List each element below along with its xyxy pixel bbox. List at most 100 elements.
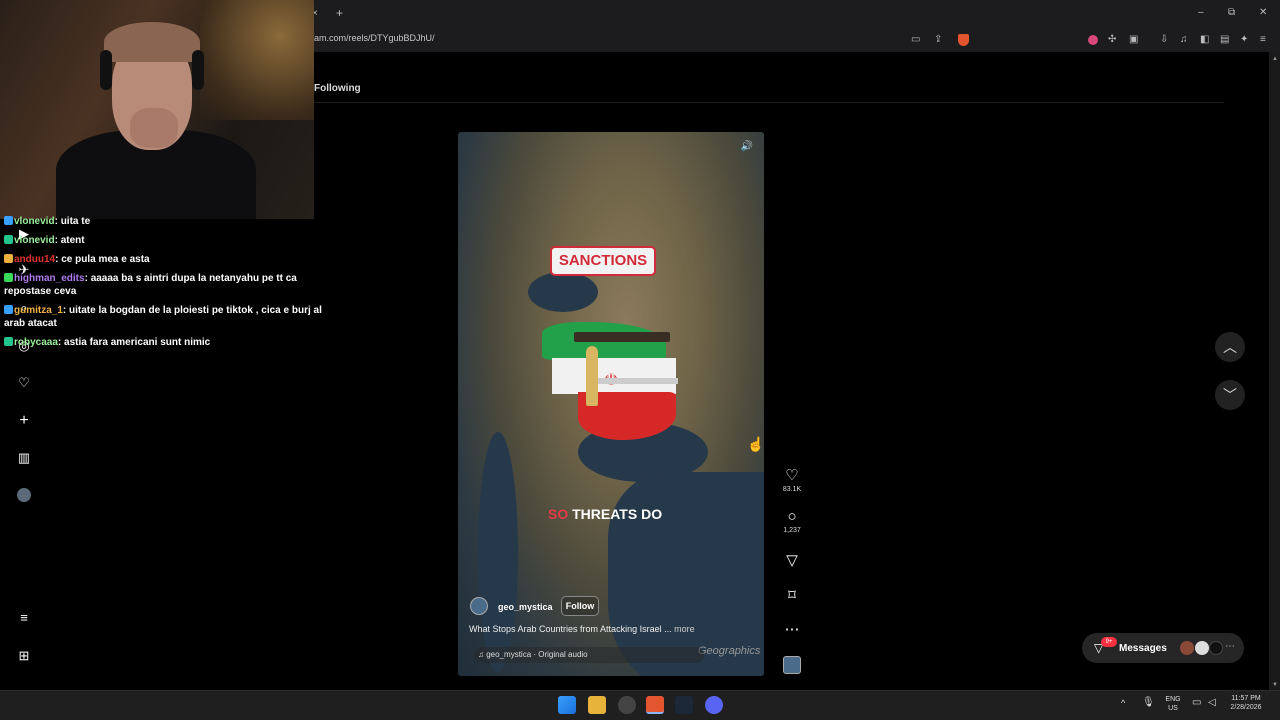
rifle-icon [574,332,670,342]
steam-icon[interactable] [675,696,693,714]
caption-red-word: SO [548,506,569,522]
message-avatar [1195,641,1209,655]
brave-shields-icon[interactable] [958,34,969,46]
chat-username[interactable]: gumitza_1 [14,305,63,316]
network-icon[interactable]: ▭ [1192,697,1201,708]
reel-description[interactable]: What Stops Arab Countries from Attacking… [469,624,695,634]
share-button[interactable]: ▽ [780,551,804,569]
heart-icon[interactable]: ♡ [16,375,32,391]
clock[interactable]: 11:57 PM 2/28/2026 [1224,694,1268,712]
previous-reel-button[interactable]: ︿ [1215,332,1245,362]
volume-icon[interactable]: 🔊 [739,141,755,155]
new-tab-button[interactable]: + [336,6,343,20]
next-reel-button[interactable]: ﹀ [1215,380,1245,410]
chat-username[interactable]: vlonevid [14,235,55,246]
puzzle-icon[interactable]: ✣ [1108,34,1116,45]
chat-badge-icon [4,216,13,225]
audio-pill[interactable]: ♫ geo_mystica · Original audio [474,647,704,663]
windows-taskbar [0,690,1280,720]
profile-avatar[interactable] [17,488,31,502]
chat-message: anduu14: ce pula mea e asta [4,253,334,266]
url-text[interactable]: am.com/reels/DTYgubBDJhU/ [314,33,435,43]
chat-badge-icon [4,337,13,346]
sidebar-icon[interactable]: ◧ [1200,34,1209,45]
tab-divider [314,102,1224,103]
chevron-up-icon: ︿ [1223,339,1237,355]
webcam-person-cap [104,22,200,62]
keyboard-region: US [1168,705,1178,712]
tab-following[interactable]: Following [314,83,361,94]
music-icon[interactable]: ♫ [1180,34,1188,45]
heart-outline-icon: ♡ [785,467,799,484]
restore-button[interactable]: ⧉ [1228,7,1235,18]
like-count: 83.1K [782,486,802,493]
drone-icon [598,378,678,384]
message-avatar [1180,641,1194,655]
discord-icon[interactable] [705,696,723,714]
missile-icon [586,346,598,406]
comment-button[interactable]: ○ 1,237 [780,508,804,534]
close-window-button[interactable]: ✕ [1259,7,1267,18]
chat-message: highman_edits: aaaaa ba s aintri dupa la… [4,272,334,298]
stream-chat: vlonevid: uita te vlonevid: atent anduu14:… [4,215,334,355]
cast-icon[interactable]: ▭ [911,34,920,45]
windows-start-icon[interactable] [558,696,576,714]
more-link[interactable]: more [674,624,695,634]
share-icon[interactable]: ⇪ [934,34,942,45]
caspian-sea [528,272,598,312]
chat-message: vlonevid: atent [4,234,334,247]
headphone-right-icon [192,50,204,90]
language-indicator[interactable]: ENG US [1160,695,1186,713]
volume-tray-icon[interactable]: ◁ [1208,697,1216,708]
extension-icon[interactable] [1088,35,1098,45]
ellipsis-icon: ⋯ [784,621,800,638]
wallet-icon[interactable]: ▣ [1129,34,1138,45]
red-sea [478,432,518,672]
chat-badge-icon [4,254,13,263]
webcam-overlay [0,0,314,219]
create-icon[interactable]: + [16,412,32,429]
author-username[interactable]: geo_mystica [498,602,553,612]
file-explorer-icon[interactable] [588,696,606,714]
like-button[interactable]: ♡ 83.1K [780,466,804,493]
webcam-light [200,0,314,120]
language-code: ENG [1165,696,1181,703]
wallet2-icon[interactable]: ▤ [1220,34,1229,45]
chat-username[interactable]: robycaaa [14,337,58,348]
chat-text: uita te [60,216,91,227]
comment-count: 1,237 [783,527,801,534]
chat-username[interactable]: highman_edits [14,273,85,284]
chevron-down-icon: ﹀ [1223,387,1237,403]
brave-browser-icon[interactable] [646,696,664,714]
audio-label: geo_mystica · Original audio [486,650,588,659]
description-text: What Stops Arab Countries from Attacking… [469,624,672,634]
video-caption: SO THREATS DO [548,506,662,522]
dashboard-icon[interactable]: ▥ [16,450,32,466]
chat-username[interactable]: anduu14 [14,254,55,265]
webcam-person-hand [130,108,178,148]
author-avatar[interactable] [470,597,488,615]
chat-text: ce pula mea e asta [61,254,150,265]
minimize-button[interactable]: – [1198,7,1204,18]
sanctions-label: SANCTIONS [550,246,656,276]
music-note-icon: ♫ [478,650,487,659]
save-button[interactable]: ⌑ [780,586,804,604]
obs-icon[interactable] [618,696,636,714]
clock-date: 2/28/2026 [1230,704,1262,711]
menu-icon[interactable]: ≡ [1260,34,1266,45]
clock-time: 11:57 PM [1231,695,1261,702]
chat-message: vlonevid: uita te [4,215,334,228]
more-options-button[interactable]: ⋯ [780,620,804,638]
scrollbar[interactable]: ▲ ▼ [1269,52,1280,690]
audio-thumbnail[interactable] [783,656,801,674]
chat-username[interactable]: vlonevid [14,216,55,227]
more-menu-icon[interactable]: ≡ [16,610,32,626]
follow-button[interactable]: Follow [561,596,599,616]
tray-overflow-icon[interactable]: ^ [1121,698,1125,708]
leo-icon[interactable]: ✦ [1240,34,1248,45]
microphone-icon[interactable]: 🎙 [1142,697,1155,708]
download-icon[interactable]: ⇩ [1160,34,1168,45]
send-icon: ▽ [786,552,798,569]
ellipsis-icon: ⋯ [1225,641,1235,652]
apps-icon[interactable]: ⊞ [16,648,32,664]
